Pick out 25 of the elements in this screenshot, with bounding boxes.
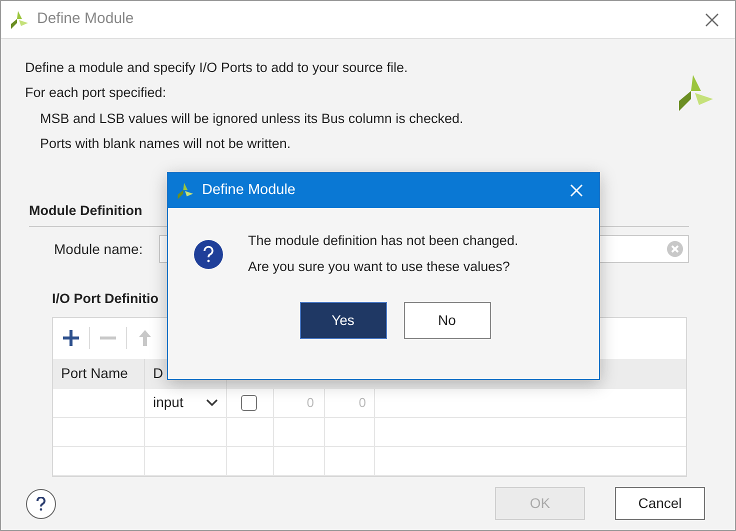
intro-text: For each port specified: xyxy=(25,84,168,102)
intro-text: Ports with blank names will not be written. xyxy=(39,134,292,153)
no-button[interactable]: No xyxy=(404,302,490,338)
app-logo-icon xyxy=(176,182,194,200)
direction-dropdown[interactable]: input xyxy=(145,392,226,414)
field-label: Module name: xyxy=(54,240,144,258)
column-header: Port Name xyxy=(53,358,145,389)
dialog-title: Define Module xyxy=(202,180,296,200)
help-button[interactable] xyxy=(26,488,56,518)
cancel-button[interactable]: Cancel xyxy=(615,487,705,520)
question-icon xyxy=(194,240,223,269)
dialog-message: Are you sure you want to use these values? xyxy=(248,258,511,276)
window-title: Define Module xyxy=(37,9,134,30)
help-icon xyxy=(36,496,46,510)
yes-button[interactable]: Yes xyxy=(300,302,386,338)
dialog-message: The module definition has not been changed. xyxy=(248,232,518,250)
bus-checkbox[interactable] xyxy=(241,394,257,411)
app-logo-icon xyxy=(9,10,29,30)
section-heading: I/O Port Definitio xyxy=(52,291,158,306)
chevron-down-icon xyxy=(206,398,218,407)
intro-text: Define a module and specify I/O Ports to add to your source file. xyxy=(25,59,409,77)
close-icon[interactable] xyxy=(705,12,719,26)
section-heading: Module Definition xyxy=(29,203,142,218)
intro-text: MSB and LSB values will be ignored unless its Bus column is checked. xyxy=(39,110,464,128)
plus-icon[interactable] xyxy=(61,328,81,348)
